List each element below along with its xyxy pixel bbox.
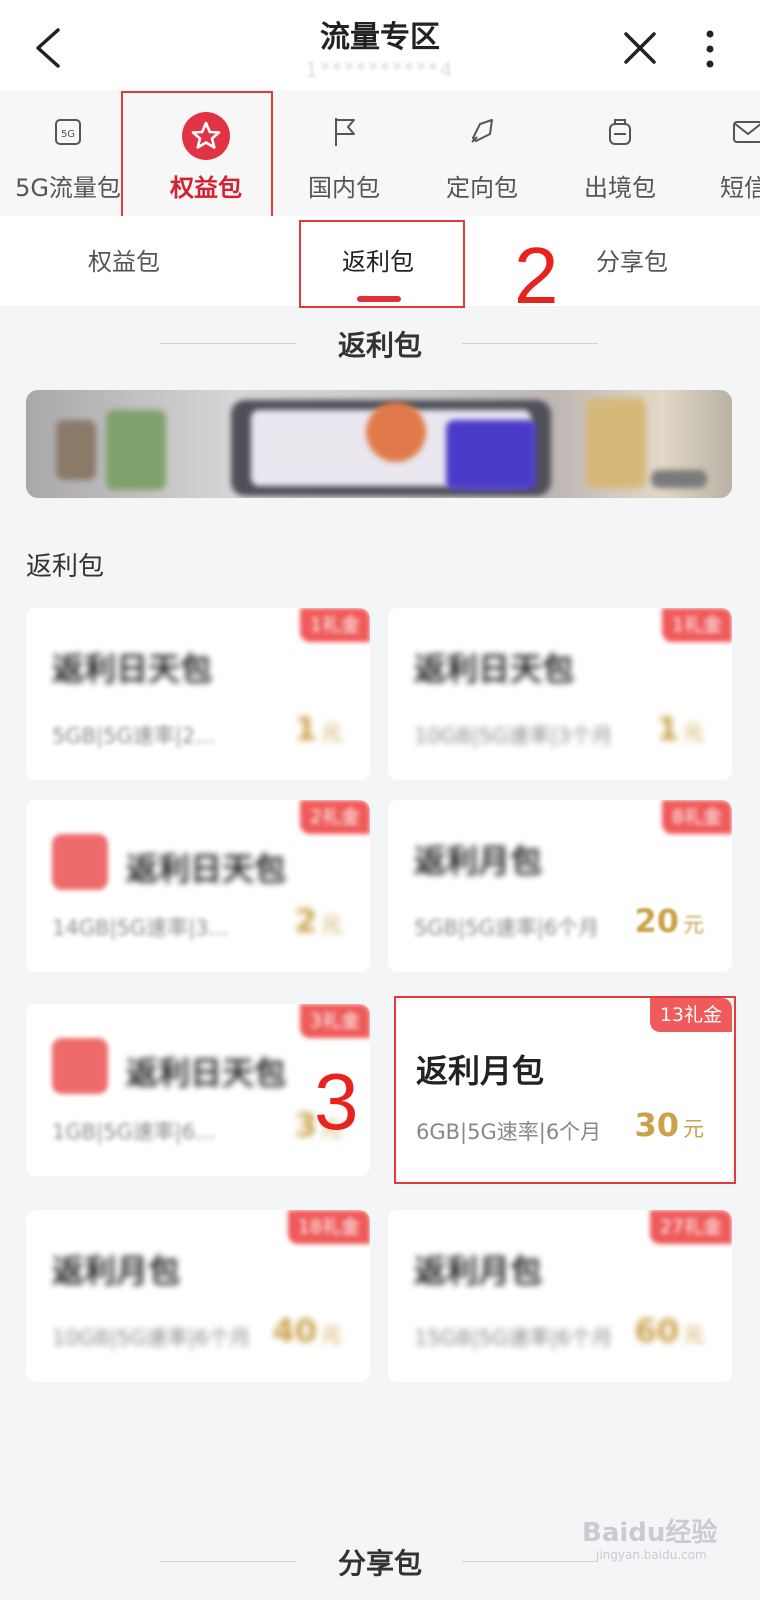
category-outbound[interactable]: 出境包 — [550, 90, 690, 216]
category-5g[interactable]: 5G 5G流量包 — [0, 90, 138, 216]
price-unit: 元 — [321, 913, 342, 937]
price-value: 20 — [634, 902, 679, 940]
promo-banner[interactable] — [26, 390, 732, 498]
category-sms[interactable]: 短信 — [688, 90, 760, 216]
gift-badge: 1礼金 — [661, 608, 732, 642]
gift-badge: 18礼金 — [287, 1210, 370, 1244]
package-name: 返利日天包 — [52, 650, 213, 688]
rocket-icon — [471, 119, 493, 143]
package-name: 返利月包 — [414, 842, 543, 880]
price-value: 1 — [294, 710, 317, 748]
gift-badge: 8礼金 — [661, 800, 732, 834]
section-title: 返利包 — [337, 329, 422, 362]
package-desc: 15GB|5G速率|6个月 — [414, 1326, 613, 1350]
package-desc: 10GB|5G速率|3个月 — [414, 724, 613, 748]
package-card[interactable]: 8礼金 返利月包 5GB|5G速率|6个月 20 元 — [388, 800, 732, 972]
package-desc: 1GB|5G速率|6... — [52, 1120, 216, 1144]
category-label: 短信 — [720, 174, 760, 202]
tab-benefits[interactable]: 权益包 — [88, 242, 160, 277]
gift-badge: 3礼金 — [299, 1004, 370, 1038]
package-name: 返利月包 — [414, 1252, 543, 1290]
price-unit: 元 — [321, 1323, 342, 1347]
category-label: 5G流量包 — [15, 174, 121, 202]
category-label: 出境包 — [584, 174, 656, 202]
5g-icon: 5G — [55, 119, 81, 145]
package-card[interactable]: 1礼金 返利日天包 10GB|5G速率|3个月 1元 — [388, 608, 732, 780]
step-number-3: 3 — [314, 1057, 359, 1146]
gift-badge: 27礼金 — [649, 1210, 732, 1244]
price-value: 60 — [634, 1312, 679, 1350]
price-value: 40 — [272, 1312, 317, 1350]
highlight-box-1 — [121, 91, 273, 222]
package-name: 返利月包 — [52, 1252, 181, 1290]
package-desc: 10GB|5G速率|6个月 — [52, 1326, 251, 1350]
package-thumbnail — [52, 834, 108, 890]
baidu-watermark: Baidu经验 — [582, 1518, 718, 1548]
price-value: 1 — [656, 710, 679, 748]
package-price: 20 元 — [634, 902, 704, 940]
tab-share[interactable]: 分享包 — [596, 242, 668, 277]
package-card[interactable]: 1礼金 返利日天包 5GB|5G速率|2... 1元 — [26, 608, 370, 780]
package-card[interactable]: 18礼金 返利月包 10GB|5G速率|6个月 40 元 — [26, 1210, 370, 1382]
svg-text:5G: 5G — [61, 129, 75, 140]
price-unit: 元 — [321, 721, 342, 745]
step-number-2: 2 — [514, 231, 559, 320]
package-card[interactable]: 2礼金 返利日天包 14GB|5G速率|3... 2元 — [26, 800, 370, 972]
package-price: 40 元 — [272, 1312, 342, 1350]
price-value: 2 — [294, 902, 317, 940]
package-name: 返利日天包 — [414, 650, 575, 688]
more-options-icon[interactable] — [700, 28, 720, 70]
list-title: 返利包 — [26, 552, 105, 582]
gift-badge: 2礼金 — [299, 800, 370, 834]
package-card[interactable]: 27礼金 返利月包 15GB|5G速率|6个月 60 元 — [388, 1210, 732, 1382]
message-icon — [733, 121, 760, 143]
package-price: 2元 — [295, 902, 342, 940]
price-unit: 元 — [683, 913, 704, 937]
package-price: 1元 — [657, 710, 704, 748]
package-price: 60 元 — [634, 1312, 704, 1350]
highlight-box-2 — [299, 220, 465, 308]
price-unit: 元 — [683, 1323, 704, 1347]
package-desc: 5GB|5G速率|6个月 — [414, 916, 600, 940]
category-label: 国内包 — [308, 174, 380, 202]
package-price: 1元 — [295, 710, 342, 748]
close-icon[interactable] — [620, 28, 660, 68]
package-desc: 14GB|5G速率|3... — [52, 916, 229, 940]
package-name: 返利日天包 — [126, 1054, 287, 1092]
category-nav: 5G 5G流量包 权益包 国内包 定向包 出境包 短信 — [0, 90, 760, 216]
top-bar: 流量专区 1**********4 — [0, 0, 760, 90]
category-domestic[interactable]: 国内包 — [274, 90, 414, 216]
category-label: 定向包 — [446, 174, 518, 202]
package-name: 返利日天包 — [126, 850, 287, 888]
price-unit: 元 — [683, 721, 704, 745]
flag-icon — [335, 118, 355, 146]
watermark-url: jingyan.baidu.com — [596, 1548, 707, 1562]
luggage-icon — [609, 119, 631, 145]
package-desc: 5GB|5G速率|2... — [52, 724, 216, 748]
category-directed[interactable]: 定向包 — [412, 90, 552, 216]
package-thumbnail — [52, 1038, 108, 1094]
gift-badge: 1礼金 — [299, 608, 370, 642]
highlight-box-3 — [394, 996, 736, 1184]
